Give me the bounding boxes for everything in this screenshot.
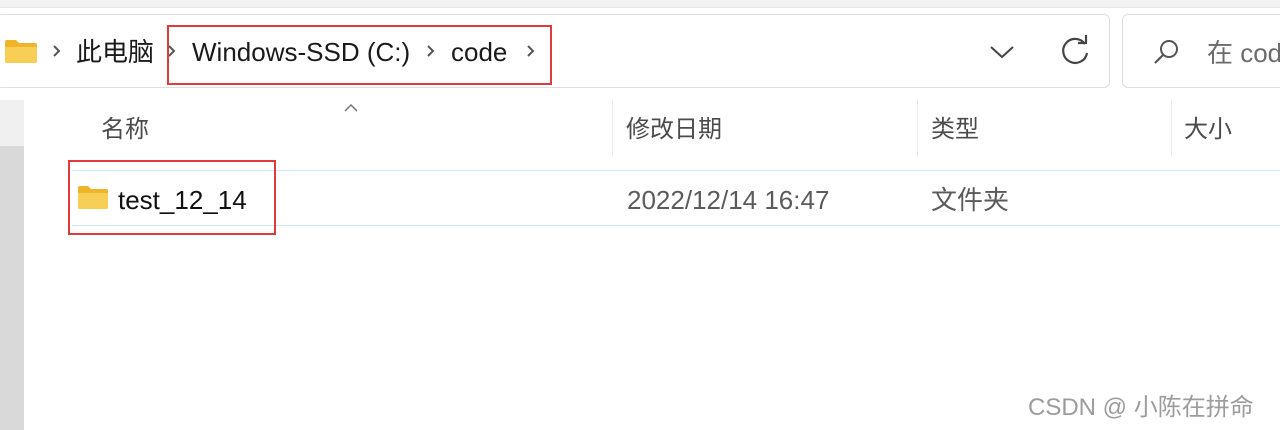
navigation-pane-scrollbar[interactable] [0, 146, 24, 430]
column-header-date-modified[interactable]: 修改日期 [626, 114, 722, 146]
column-divider[interactable] [1171, 100, 1172, 156]
file-name[interactable]: test_12_14 [118, 182, 247, 218]
column-header-type[interactable]: 类型 [931, 114, 979, 146]
chevron-right-icon[interactable] [50, 41, 64, 61]
file-date-modified: 2022/12/14 16:47 [627, 185, 830, 215]
file-type: 文件夹 [931, 185, 1010, 215]
chevron-right-icon[interactable] [424, 41, 438, 61]
column-divider[interactable] [917, 100, 918, 156]
folder-icon [5, 40, 37, 63]
column-header-name[interactable]: 名称 [101, 114, 149, 146]
breadcrumb-drive-c[interactable]: Windows-SSD (C:) [192, 34, 410, 70]
breadcrumb-code[interactable]: code [451, 34, 507, 70]
window-top-strip [0, 0, 1280, 8]
chevron-down-icon[interactable] [986, 36, 1018, 68]
folder-icon [78, 186, 108, 209]
breadcrumb-this-pc[interactable]: 此电脑 [76, 34, 154, 70]
watermark: CSDN @ 小陈在拼命 [1028, 394, 1254, 421]
refresh-icon[interactable] [1056, 32, 1094, 70]
search-placeholder[interactable]: 在 cod [1207, 35, 1280, 71]
chevron-right-icon[interactable] [165, 41, 179, 61]
chevron-right-icon[interactable] [524, 41, 538, 61]
column-header-row: 名称 修改日期 类型 大小 [36, 100, 1280, 158]
search-icon [1154, 40, 1178, 64]
column-divider[interactable] [612, 100, 613, 156]
column-header-size[interactable]: 大小 [1184, 114, 1232, 146]
